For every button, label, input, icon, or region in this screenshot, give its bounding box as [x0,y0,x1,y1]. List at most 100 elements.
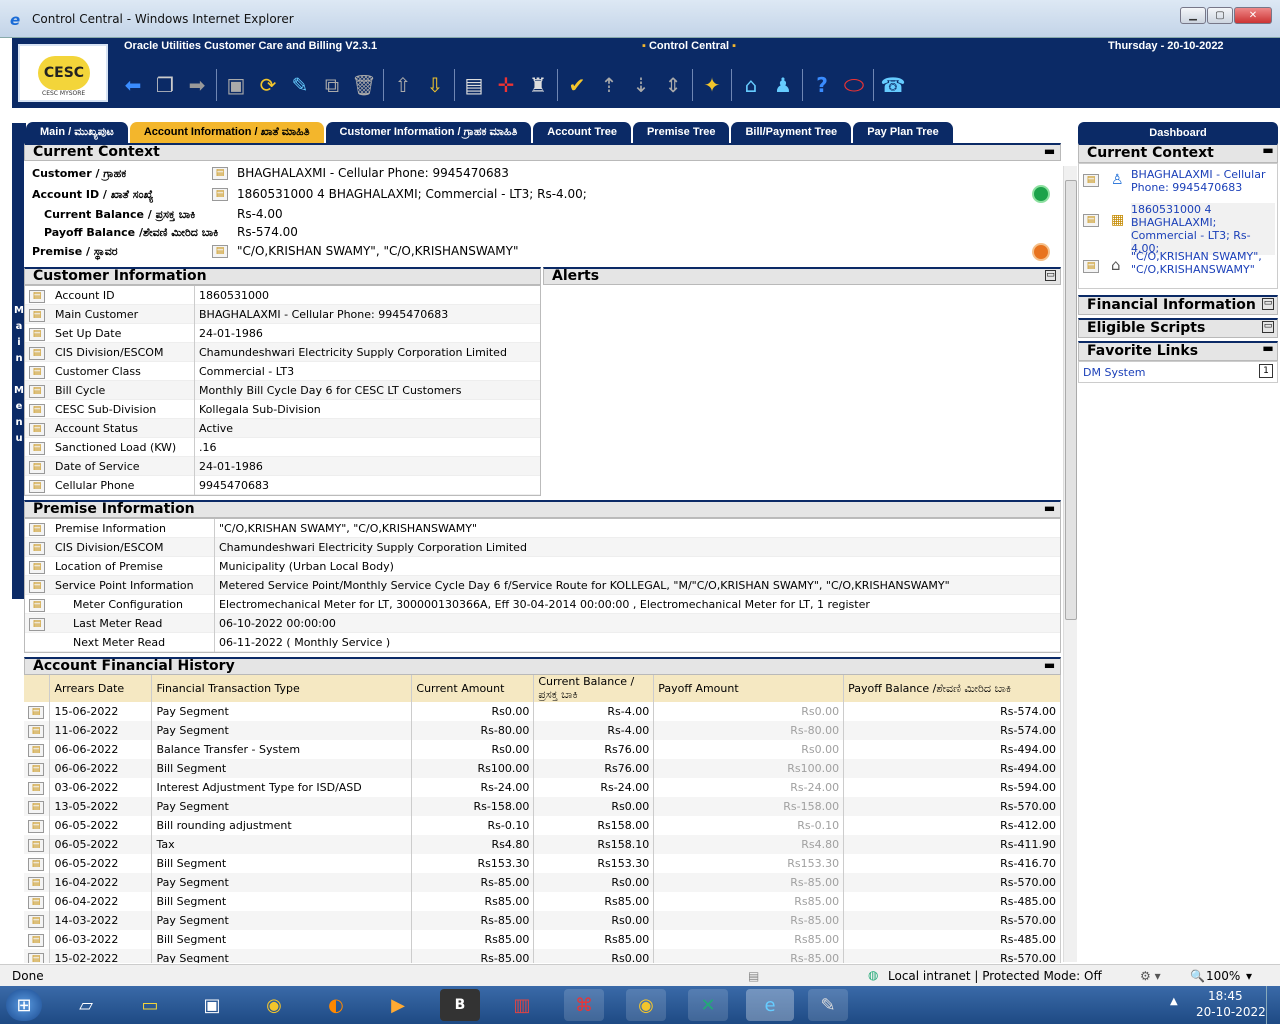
collapse-icon[interactable]: ▬ [1043,145,1056,159]
tray-arrow-icon[interactable]: ▲ [1170,996,1178,1007]
to-do-icon[interactable]: ✛ [493,71,519,99]
wand-icon[interactable]: ✦ [699,71,725,99]
user-icon[interactable]: ♜ [525,71,551,99]
column-header[interactable]: Current Balance / ಪ್ರಸಕ್ತ ಬಾಕಿ [533,675,655,702]
context-menu-icon[interactable]: ▤ [29,365,45,379]
context-menu-icon[interactable]: ▤ [29,384,45,398]
table-row[interactable]: ▤ 14-03-2022 Pay Segment Rs-85.00 Rs0.00 Rs-8… [24,911,1061,930]
dm-system-link[interactable]: DM System [1083,366,1145,379]
protected-mode-icon[interactable]: ⚙ ▾ [1140,969,1161,983]
approve-icon[interactable]: ✔ [564,71,590,99]
column-header[interactable]: Payoff Balance /ಶೇವಣಿ ಮೀರಿದ ಬಾಕಿ [843,675,1061,702]
context-menu-icon[interactable]: ▤ [29,522,45,536]
context-menu-icon[interactable]: ▤ [28,953,44,963]
context-menu-icon[interactable]: ▤ [212,188,228,201]
taskbar-notebook-icon[interactable]: ▱ [66,989,106,1021]
tab-account-information[interactable]: Account Information / ಖಾತೆ ಮಾಹಿತಿ [129,122,324,143]
context-menu-icon[interactable]: ▤ [28,744,44,757]
taskbar-chrome-user-icon[interactable]: ◉ [626,989,666,1021]
context-menu-icon[interactable]: ▤ [28,934,44,947]
oracle-icon[interactable]: ⬭ [841,71,867,99]
table-row[interactable]: ▤ 15-06-2022 Pay Segment Rs0.00 Rs-4.00 Rs0.0… [24,702,1061,721]
zoom-icon[interactable]: 🔍 [1190,969,1205,983]
taskbar-acrobat-icon[interactable]: ⌘ [564,989,604,1021]
vertical-scrollbar[interactable] [1063,166,1077,962]
taskbar-chrome-icon[interactable]: ◉ [254,989,294,1021]
context-menu-icon[interactable]: ▤ [212,167,228,180]
taskbar-paint-icon[interactable]: ✎ [808,989,848,1021]
table-row[interactable]: ▤ 03-06-2022 Interest Adjustment Type for … [24,778,1061,797]
context-menu-icon[interactable]: ▤ [28,877,44,890]
context-menu-icon[interactable]: ▤ [28,839,44,852]
expand-icon[interactable]: ▭ [1045,270,1056,281]
context-menu-icon[interactable]: ▤ [28,801,44,814]
context-menu-icon[interactable]: ▤ [29,560,45,574]
collapse-icon[interactable]: ▬ [1043,659,1056,673]
context-menu-icon[interactable]: ▤ [29,441,45,455]
copy-icon[interactable]: ❐ [152,71,178,99]
taskbar-ie-icon[interactable]: e [746,989,794,1021]
context-menu-icon[interactable]: ▤ [1083,214,1099,227]
table-row[interactable]: ▤ 06-06-2022 Bill Segment Rs100.00 Rs76.00 Rs… [24,759,1061,778]
clock-time[interactable]: 18:45 [1208,989,1243,1003]
tab-bill-payment-tree[interactable]: Bill/Payment Tree [731,122,852,143]
clock-date[interactable]: 20-10-2022 [1196,1005,1266,1019]
taskbar-winrar-icon[interactable]: ▥ [502,989,542,1021]
save-icon[interactable]: ▣ [223,71,249,99]
expand-icon[interactable]: ▭ [1262,298,1274,310]
scrollbar-thumb[interactable] [1065,180,1077,620]
taskbar-media-icon[interactable]: ▶ [378,989,418,1021]
table-row[interactable]: ▤ 06-05-2022 Bill Segment Rs153.30 Rs153.30 R… [24,854,1061,873]
context-menu-icon[interactable]: ▤ [29,460,45,474]
table-row[interactable]: ▤ 06-06-2022 Balance Transfer - System Rs0.… [24,740,1061,759]
context-menu-icon[interactable]: ▤ [28,915,44,928]
show-desktop-button[interactable] [1266,986,1280,1024]
context-menu-icon[interactable]: ▤ [1083,174,1099,187]
close-button[interactable]: ✕ [1234,7,1272,24]
table-row[interactable]: ▤ 16-04-2022 Pay Segment Rs-85.00 Rs0.00 Rs-8… [24,873,1061,892]
table-row[interactable]: ▤ 06-03-2022 Bill Segment Rs85.00 Rs85.00 Rs8… [24,930,1061,949]
column-header[interactable]: Payoff Amount [653,675,845,702]
zoom-dropdown-icon[interactable]: ▾ [1246,969,1252,983]
taskbar-explorer-icon[interactable]: ▭ [130,989,170,1021]
context-menu-icon[interactable]: ▤ [1083,260,1099,273]
context-menu-icon[interactable]: ▤ [28,725,44,738]
clear-icon[interactable]: ✎ [287,71,313,99]
start-button[interactable]: ⊞ [6,989,42,1021]
dash-premise-link[interactable]: "C/O,KRISHAN SWAMY", "C/O,KRISHANSWAMY" [1131,250,1271,276]
context-menu-icon[interactable]: ▤ [29,289,45,303]
context-menu-icon[interactable]: ▤ [28,782,44,795]
tab-main[interactable]: Main / ಮುಖ್ಯಪುಟ [26,122,128,143]
premise-status-indicator-icon[interactable] [1032,243,1050,261]
phone-icon[interactable]: ☎ [880,71,906,99]
table-row[interactable]: ▤ 06-05-2022 Bill rounding adjustment Rs-0.… [24,816,1061,835]
dash-customer-link[interactable]: BHAGHALAXMI - Cellular Phone: 9945470683 [1131,168,1271,194]
forward-arrow-icon[interactable]: ➡ [184,71,210,99]
back-arrow-icon[interactable]: ⬅ [120,71,146,99]
down-icon[interactable]: ⇣ [628,71,654,99]
duplicate-icon[interactable]: ⧉ [319,71,345,99]
collapse-icon[interactable]: ▬ [1262,342,1274,356]
column-header[interactable]: Financial Transaction Type [151,675,413,702]
tab-customer-information[interactable]: Customer Information / ಗ್ರಾಹಕ ಮಾಹಿತಿ [325,122,532,143]
up-icon[interactable]: ⇡ [596,71,622,99]
context-menu-icon[interactable]: ▤ [28,763,44,776]
context-menu-icon[interactable]: ▤ [29,403,45,417]
context-menu-icon[interactable]: ▤ [28,896,44,909]
context-menu-icon[interactable]: ▤ [29,346,45,360]
financial-information-header[interactable]: Financial Information ▭ [1078,295,1278,315]
refresh-icon[interactable]: ⟳ [255,71,281,99]
dash-account-link[interactable]: 1860531000 4 BHAGHALAXMI; Commercial - L… [1131,203,1275,255]
context-menu-icon[interactable]: ▤ [28,706,44,719]
tab-pay-plan-tree[interactable]: Pay Plan Tree [853,122,953,143]
taskbar-excel-icon[interactable]: ✕ [688,989,728,1021]
taskbar-firefox-icon[interactable]: ◐ [316,989,356,1021]
column-header[interactable]: Arrears Date [49,675,153,702]
table-row[interactable]: ▤ 11-06-2022 Pay Segment Rs-80.00 Rs-4.00 Rs-… [24,721,1061,740]
context-menu-icon[interactable]: ▤ [29,308,45,322]
tab-account-tree[interactable]: Account Tree [533,122,631,143]
next-record-icon[interactable]: ⇩ [422,71,448,99]
collapse-icon[interactable]: ▬ [1262,144,1274,158]
home-icon[interactable]: ⌂ [738,71,764,99]
table-row[interactable]: ▤ 13-05-2022 Pay Segment Rs-158.00 Rs0.00 Rs-… [24,797,1061,816]
